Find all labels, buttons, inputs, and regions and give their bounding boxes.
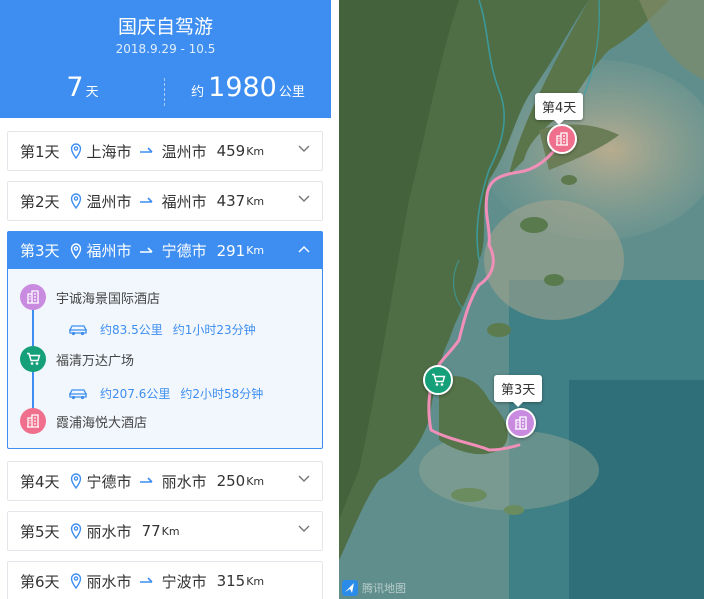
trip-distance-unit: 公里 [278, 85, 305, 100]
day-card-6[interactable]: 第6天 丽水市 宁波市 315 Km [7, 561, 323, 599]
day-row-5[interactable]: 第5天 丽水市 77 Km [8, 512, 322, 550]
app: 国庆自驾游 2018.9.29 - 10.5 7天 约 1980 公里 第1天 上海… [0, 0, 704, 599]
stop-name: 宇诚海景国际酒店 [56, 291, 161, 307]
day-distance-unit: Km [246, 144, 265, 158]
day-from-city: 丽水市 [86, 522, 132, 541]
trip-header: 国庆自驾游 2018.9.29 - 10.5 7天 约 1980 公里 [0, 0, 331, 118]
day-from-city: 丽水市 [86, 572, 132, 591]
location-pin-icon [70, 573, 81, 589]
drive-segment: 约83.5公里 约1小时23分钟 [68, 321, 256, 338]
arrow-right-icon [139, 147, 153, 153]
day-from-city: 温州市 [86, 192, 132, 211]
arrow-right-icon [139, 197, 153, 203]
drive-segment: 约207.6公里 约2小时58分钟 [68, 385, 263, 402]
car-icon [69, 324, 87, 335]
location-pin-icon [70, 242, 81, 259]
day-label: 第6天 [20, 572, 60, 591]
map-logo-text: 腾讯地图 [362, 582, 406, 595]
day-label: 第5天 [20, 522, 60, 541]
day-card-1[interactable]: 第1天 上海市 温州市 459 Km [7, 131, 323, 171]
day-row-3[interactable]: 第3天 福州市 宁德市 291 Km [8, 232, 322, 269]
location-pin-icon [70, 473, 81, 489]
day-distance: 77 [141, 522, 161, 540]
day-row-2[interactable]: 第2天 温州市 福州市 437 Km [8, 182, 322, 220]
trip-distance-number: 1980 [208, 72, 277, 103]
drive-distance: 约83.5公里 [100, 323, 163, 337]
day-distance-unit: Km [161, 524, 180, 538]
drive-time: 约2小时58分钟 [180, 387, 264, 401]
arrow-right-icon [139, 246, 153, 253]
shopping-cart-icon [431, 373, 445, 386]
satellite-map[interactable]: 第4天 第3天 腾讯地图 [339, 0, 704, 599]
hotel-marker-day4[interactable] [547, 124, 577, 154]
trip-days-unit: 天 [85, 85, 99, 100]
chevron-down-icon[interactable] [298, 475, 310, 483]
hotel-marker-day3[interactable] [506, 408, 536, 438]
map-logo[interactable]: 腾讯地图 [342, 580, 406, 596]
map-logo-icon [342, 580, 358, 596]
day-label: 第1天 [20, 142, 60, 161]
day-from-city: 福州市 [86, 242, 132, 260]
day-card-5[interactable]: 第5天 丽水市 77 Km [7, 511, 323, 551]
location-pin-icon [70, 193, 81, 209]
location-pin-icon [70, 143, 81, 159]
day-label: 第3天 [20, 242, 60, 260]
trip-days-summary: 7天 [0, 72, 165, 103]
map-label-day3: 第3天 [494, 375, 543, 407]
day-distance: 437 [216, 192, 246, 210]
day-from-city: 上海市 [86, 142, 132, 161]
stop-name: 霞浦海悦大酒店 [56, 415, 148, 431]
hotel-icon [20, 284, 46, 310]
trip-title: 国庆自驾游 [117, 16, 213, 38]
day-row-4[interactable]: 第4天 宁德市 丽水市 250 Km [8, 462, 322, 500]
trip-sidebar: 国庆自驾游 2018.9.29 - 10.5 7天 约 1980 公里 第1天 上海… [0, 0, 331, 599]
day-row-1[interactable]: 第1天 上海市 温州市 459 Km [8, 132, 322, 170]
arrow-right-icon [139, 477, 153, 483]
stop-item[interactable]: 福清万达广场 [20, 346, 134, 372]
day-distance-unit: Km [246, 244, 265, 257]
hotel-icon [515, 416, 527, 430]
day-to-city: 丽水市 [161, 472, 207, 491]
location-pin-icon [70, 523, 81, 539]
car-icon [69, 388, 87, 399]
day-card-2[interactable]: 第2天 温州市 福州市 437 Km [7, 181, 323, 221]
day-to-city: 温州市 [161, 142, 207, 161]
day-label: 第4天 [20, 472, 60, 491]
trip-distance-summary: 约 1980 公里 [165, 72, 331, 103]
day-to-city: 福州市 [161, 192, 207, 211]
shopping-cart-icon [20, 346, 46, 372]
day-label: 第2天 [20, 192, 60, 211]
chevron-up-icon[interactable] [298, 245, 310, 253]
day-distance-unit: Km [246, 194, 265, 208]
day-distance: 459 [216, 142, 246, 160]
day-card-3[interactable]: 第3天 福州市 宁德市 291 Km 宇诚海景国际酒店 约83.5公里 约1小时2… [7, 231, 323, 449]
chevron-down-icon[interactable] [298, 525, 310, 533]
day-to-city: 宁波市 [161, 572, 207, 591]
hotel-icon [556, 132, 568, 146]
map-background [339, 0, 704, 599]
day-distance: 250 [216, 472, 246, 490]
chevron-down-icon[interactable] [298, 145, 310, 153]
day-distance: 315 [216, 572, 246, 590]
stop-name: 福清万达广场 [56, 353, 135, 369]
map-label-day4: 第4天 [535, 93, 584, 125]
day-from-city: 宁德市 [86, 472, 132, 491]
day-distance-unit: Km [246, 474, 265, 488]
hotel-icon [20, 408, 46, 434]
stop-item[interactable]: 霞浦海悦大酒店 [20, 408, 147, 434]
shopping-marker[interactable] [423, 365, 453, 395]
trip-days-number: 7 [66, 72, 84, 103]
arrow-right-icon [139, 577, 153, 583]
day-row-6[interactable]: 第6天 丽水市 宁波市 315 Km [8, 562, 322, 599]
day-distance: 291 [216, 241, 246, 260]
day-distance-unit: Km [246, 574, 265, 588]
trip-distance-prefix: 约 [191, 85, 205, 100]
day-to-city: 宁德市 [161, 242, 207, 260]
trip-dates: 2018.9.29 - 10.5 [115, 42, 216, 56]
day-card-4[interactable]: 第4天 宁德市 丽水市 250 Km [7, 461, 323, 501]
stop-item[interactable]: 宇诚海景国际酒店 [20, 284, 160, 310]
drive-time: 约1小时23分钟 [172, 323, 256, 337]
chevron-down-icon[interactable] [298, 195, 310, 203]
drive-distance: 约207.6公里 [100, 387, 171, 401]
